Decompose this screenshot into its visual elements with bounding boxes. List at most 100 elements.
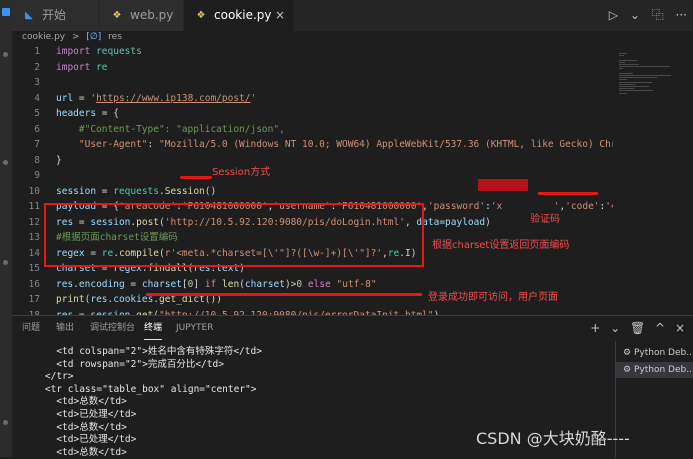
terminal-instance[interactable]: ⚙ Python Deb... — [616, 362, 693, 378]
code-text: } — [56, 154, 62, 166]
debug-icon: ⚙ — [622, 365, 632, 375]
tab-jupyter[interactable]: JUPYTER — [176, 316, 213, 340]
terminal-line: <tr class="table_box" align="center"> — [22, 383, 257, 395]
activity-bar — [0, 0, 12, 457]
line-number: 6 — [34, 123, 40, 135]
breadcrumb-file[interactable]: cookie.py — [22, 32, 65, 42]
line-number: 1 — [34, 46, 40, 57]
line-number: 9 — [34, 170, 40, 181]
add-terminal-icon[interactable]: + — [590, 321, 600, 335]
more-icon[interactable]: ··· — [676, 8, 687, 22]
code-text: res.encoding = charset[0] if len(charset… — [56, 278, 377, 290]
tab-cookie-py[interactable]: ❖ cookie.py × — [184, 0, 294, 31]
trash-icon[interactable]: 🗑 — [630, 321, 645, 335]
line-number: 3 — [34, 77, 40, 88]
split-editor-icon[interactable]: ⿻ — [652, 8, 664, 22]
watermark: CSDN @大块奶酪---- — [476, 429, 630, 448]
code-text: #"Content-Type": "application/json", — [78, 123, 285, 135]
minimap-line — [619, 79, 627, 81]
minimap-line — [619, 64, 639, 65]
minimap-line — [619, 55, 624, 57]
minimap-line — [619, 81, 652, 83]
line-number: 2 — [34, 61, 40, 73]
breadcrumb-separator: > — [72, 32, 80, 42]
account-icon[interactable] — [3, 420, 8, 425]
tab-terminal[interactable]: 终端 — [144, 316, 163, 340]
code-line[interactable]: 1 import requests — [12, 44, 613, 60]
line-number: 4 — [34, 92, 40, 104]
python-file-icon: ❖ — [112, 10, 122, 21]
minimap-line — [619, 83, 636, 85]
annotation-session: Session方式 — [212, 167, 271, 178]
minimap-line — [619, 66, 670, 68]
editor-tab-bar: ◣ 开始 ❖ web.py ❖ cookie.py × ▷ ⌄ ⿻ ··· — [12, 0, 693, 31]
vscode-icon — [2, 8, 10, 16]
code-line[interactable]: 4 url = 'https://www.ip138.com/post/' — [12, 91, 613, 107]
tab-label: web.py — [130, 8, 174, 22]
breadcrumb-symbol[interactable]: res — [108, 32, 122, 42]
minimap-line — [619, 90, 653, 92]
line-number: 8 — [34, 154, 40, 166]
minimap-line — [619, 72, 633, 74]
terminal-instance-label: Python Deb... — [634, 348, 693, 358]
minimap[interactable] — [613, 43, 693, 315]
line-number: 11 — [28, 201, 40, 212]
line-number: 13 — [28, 232, 40, 243]
tab-web-py[interactable]: ❖ web.py — [100, 0, 184, 31]
terminal-instance[interactable]: ⚙ Python Deb... — [616, 345, 693, 361]
python-file-icon: ❖ — [196, 10, 206, 21]
code-text: headers = { — [56, 108, 119, 119]
breadcrumb: cookie.py > [∅] res — [12, 31, 126, 43]
line-number: 12 — [28, 216, 40, 228]
line-number: 16 — [28, 278, 40, 290]
explorer-icon[interactable] — [3, 52, 8, 57]
tab-welcome[interactable]: ◣ 开始 — [12, 0, 100, 31]
minimap-line — [619, 59, 637, 61]
variable-icon: [∅] — [86, 32, 102, 42]
terminal-instance-label: Python Deb... — [634, 365, 693, 375]
line-number: 14 — [28, 247, 40, 259]
code-line[interactable]: 2 import re — [12, 60, 613, 76]
tab-output[interactable]: 输出 — [56, 316, 74, 340]
vscode-icon: ◣ — [25, 10, 33, 21]
code-text: url = 'https://www.ip138.com/post/' — [56, 92, 257, 104]
panel-tab-bar: 问题 输出 调试控制台 终端 JUPYTER + ⌄ 🗑 ^ × — [12, 316, 693, 340]
annotation-captcha: 验证码 — [530, 214, 560, 225]
maximize-icon[interactable]: ^ — [655, 321, 665, 335]
source-control-icon[interactable] — [3, 260, 8, 265]
chevron-down-icon[interactable]: ⌄ — [610, 321, 620, 335]
panel-actions: + ⌄ 🗑 ^ × — [584, 316, 685, 340]
search-icon[interactable] — [3, 160, 8, 165]
minimap-line — [619, 53, 627, 54]
line-number: 7 — [34, 139, 40, 150]
code-line[interactable]: 3 — [12, 75, 613, 91]
close-icon[interactable]: × — [275, 0, 285, 31]
code-text: session = requests.Session() — [56, 185, 217, 197]
code-line[interactable]: 8} — [12, 153, 613, 169]
tab-label: cookie.py — [214, 8, 272, 22]
code-line[interactable]: 6 #"Content-Type": "application/json", — [12, 122, 613, 138]
session-underline — [180, 176, 212, 179]
code-underline — [538, 192, 598, 195]
editor-actions: ▷ ⌄ ⿻ ··· — [601, 0, 687, 31]
tab-debug-console[interactable]: 调试控制台 — [90, 316, 135, 340]
close-icon[interactable]: × — [675, 321, 685, 335]
line-number: 17 — [28, 294, 40, 305]
terminal-line: <td>已处理</td> — [22, 408, 137, 420]
code-text: "User-Agent": "Mozilla/5.0 (Windows NT 1… — [78, 139, 640, 150]
terminal-line: <td>总数</td> — [22, 396, 127, 408]
minimap-line — [619, 88, 634, 90]
line-number: 5 — [34, 108, 40, 119]
minimap-line — [619, 75, 671, 76]
run-icon[interactable]: ▷ — [609, 8, 618, 22]
charset-highlight-box — [44, 203, 424, 267]
code-line[interactable]: 7 "User-Agent": "Mozilla/5.0 (Windows NT… — [12, 137, 639, 153]
code-line[interactable]: 5 headers = { — [12, 106, 613, 122]
line-number: 10 — [28, 185, 40, 197]
code-text: import requests — [56, 46, 142, 57]
tab-problems[interactable]: 问题 — [22, 316, 40, 340]
minimap-line — [619, 86, 649, 87]
chevron-down-icon[interactable]: ⌄ — [630, 8, 640, 22]
minimap-line — [619, 61, 625, 63]
login-underline — [146, 293, 422, 296]
